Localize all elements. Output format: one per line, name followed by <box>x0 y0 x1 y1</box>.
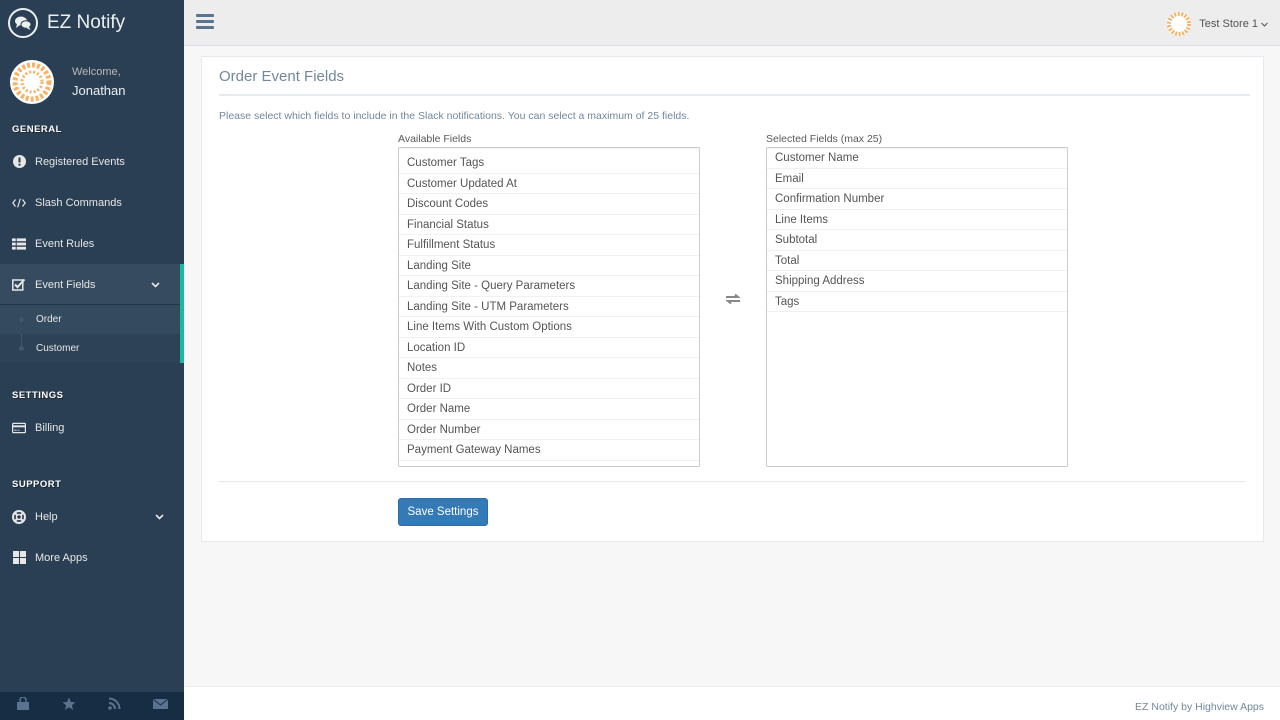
save-settings-button[interactable]: Save Settings <box>398 498 488 526</box>
form-divider <box>219 481 1246 482</box>
sidebar-item-label: Event Fields <box>35 278 96 291</box>
section-title-settings: SETTINGS <box>12 390 64 401</box>
list-item[interactable]: Email <box>767 169 1067 189</box>
credit-card-icon <box>12 421 26 435</box>
panel-description: Please select which fields to include in… <box>219 110 690 122</box>
sidebar-subitem-label: Order <box>36 314 62 325</box>
sidebar-item-label: Help <box>35 510 58 523</box>
brand[interactable]: EZ Notify <box>0 0 184 46</box>
selected-fields-list[interactable]: Customer Name Email Confirmation Number Lin… <box>766 147 1068 467</box>
sidebar-item-registered-events[interactable]: Registered Events <box>0 141 184 182</box>
list-item[interactable]: Line Items With Custom Options <box>399 317 699 338</box>
section-title-general: GENERAL <box>12 124 62 135</box>
profile: Welcome, Jonathan <box>0 46 184 118</box>
list-item[interactable]: Financial Status <box>399 215 699 235</box>
list-item[interactable]: Customer Name <box>767 148 1067 169</box>
list-item[interactable]: Subtotal <box>767 230 1067 251</box>
check-square-icon <box>12 278 26 292</box>
page-title: Order Event Fields <box>219 68 345 85</box>
sidebar-item-help[interactable]: Help <box>0 496 184 537</box>
exclamation-circle-icon <box>12 155 26 169</box>
footer-text: EZ Notify by Highview Apps <box>1135 701 1264 713</box>
menu-toggle-icon[interactable] <box>196 14 214 32</box>
list-item[interactable]: Payment Gateway Names <box>399 440 699 461</box>
sidebar-item-slash-commands[interactable]: Slash Commands <box>0 182 184 223</box>
event-fields-submenu: Order Customer <box>0 305 184 363</box>
list-item[interactable]: Discount Codes <box>399 194 699 215</box>
list-item[interactable]: Order Name <box>399 399 699 420</box>
star-icon[interactable] <box>62 697 76 716</box>
sidebar-item-more-apps[interactable]: More Apps <box>0 537 184 578</box>
life-ring-icon <box>12 509 26 524</box>
welcome-text: Welcome, <box>72 66 121 78</box>
page-footer: EZ Notify by Highview Apps <box>184 686 1280 720</box>
app-title: EZ Notify <box>47 12 126 33</box>
sidebar-item-label: Registered Events <box>35 155 125 168</box>
list-item[interactable]: Order ID <box>399 379 699 399</box>
list-item[interactable]: Shipping Address <box>767 271 1067 292</box>
sidebar-item-label: More Apps <box>35 551 88 564</box>
available-fields-label: Available Fields <box>398 133 472 145</box>
list-item[interactable]: Landing Site <box>399 256 699 276</box>
username: Jonathan <box>72 83 126 98</box>
sidebar-item-label: Slash Commands <box>35 196 122 209</box>
swap-arrows-icon <box>724 292 742 310</box>
sidebar-item-label: Event Rules <box>35 237 95 250</box>
top-navbar: Test Store 1 <box>184 0 1280 46</box>
sidebar-item-label: Billing <box>35 421 65 434</box>
title-divider <box>219 94 1250 96</box>
sidebar-subitem-order[interactable]: Order <box>0 305 180 334</box>
sidebar-item-event-fields[interactable]: Event Fields <box>0 264 184 305</box>
list-item[interactable]: Customer Updated At <box>399 174 699 194</box>
sidebar-subitem-customer[interactable]: Customer <box>0 334 180 363</box>
list-item[interactable]: Landing Site - Query Parameters <box>399 276 699 297</box>
selected-fields-label: Selected Fields (max 25) <box>766 133 883 145</box>
sidebar-item-event-rules[interactable]: Event Rules <box>0 223 184 264</box>
list-item[interactable]: Fulfillment Status <box>399 235 699 256</box>
rss-icon[interactable] <box>108 697 121 715</box>
sidebar-footer <box>0 692 184 720</box>
bullet-icon <box>19 317 24 322</box>
section-title-support: SUPPORT <box>12 479 62 490</box>
list-item[interactable]: Landing Site - UTM Parameters <box>399 297 699 317</box>
list-item[interactable]: Confirmation Number <box>767 189 1067 210</box>
list-icon <box>12 237 26 251</box>
list-item[interactable]: Line Items <box>767 210 1067 230</box>
chevron-down-icon <box>155 511 164 523</box>
grid-icon <box>12 551 26 565</box>
store-name: Test Store 1 <box>1199 18 1258 30</box>
code-icon <box>12 196 26 210</box>
available-fields-list[interactable]: Customer Tags Customer Updated At Discount… <box>398 147 700 467</box>
shopping-bag-icon[interactable] <box>16 695 30 716</box>
comments-icon <box>8 8 38 38</box>
event-fields-panel: Order Event Fields Please select which f… <box>201 56 1264 542</box>
list-item[interactable]: Notes <box>399 358 699 379</box>
sidebar-item-billing[interactable]: Billing <box>0 407 184 448</box>
store-avatar <box>1167 12 1192 36</box>
bullet-icon <box>19 346 24 351</box>
list-item[interactable]: Customer Tags <box>399 153 699 174</box>
sidebar-subitem-label: Customer <box>36 343 80 354</box>
sidebar: EZ Notify Welcome, Jonathan GENERAL Regi… <box>0 0 184 720</box>
list-item[interactable]: Order Number <box>399 420 699 440</box>
list-item[interactable]: Total <box>767 251 1067 271</box>
envelope-icon[interactable] <box>152 697 169 715</box>
list-item[interactable]: Tags <box>767 292 1067 312</box>
chevron-down-icon <box>1261 18 1268 30</box>
avatar <box>10 60 54 104</box>
list-item[interactable]: Location ID <box>399 338 699 358</box>
chevron-down-icon <box>151 279 160 291</box>
store-selector[interactable]: Test Store 1 <box>1167 12 1268 36</box>
